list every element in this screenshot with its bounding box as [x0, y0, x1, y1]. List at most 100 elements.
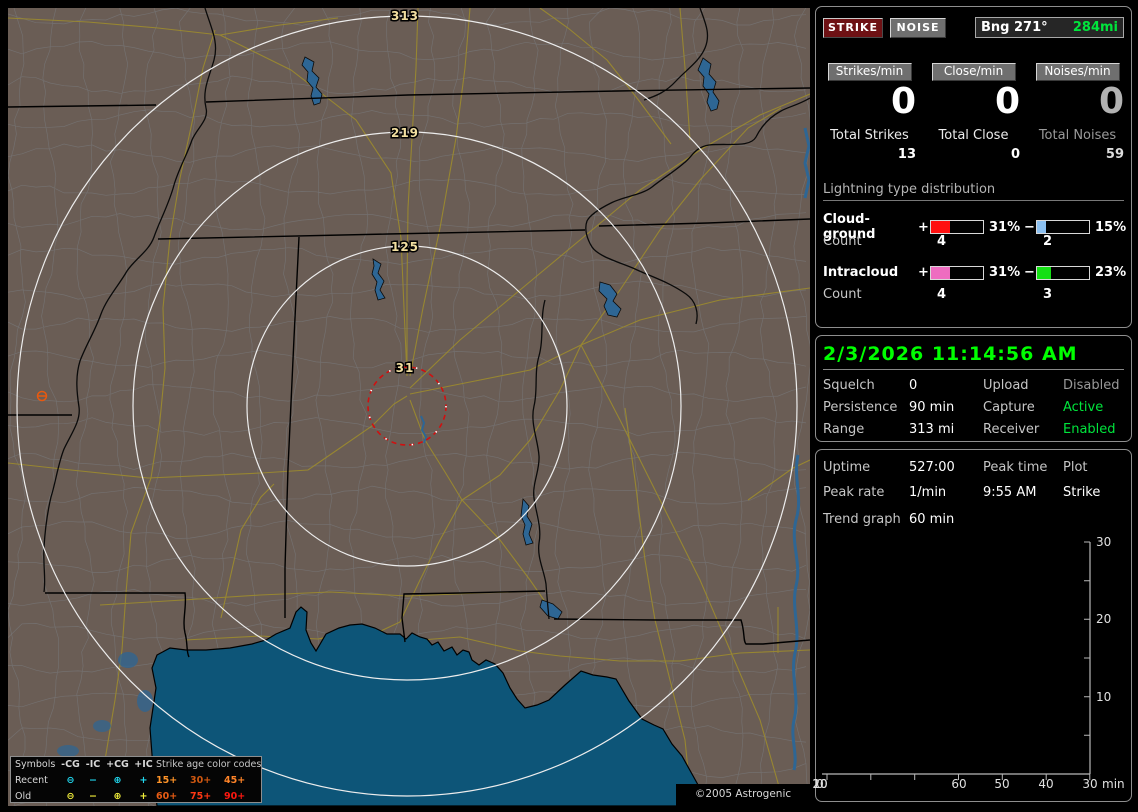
- capture-label: Capture: [983, 400, 1035, 415]
- squelch-label: Squelch: [823, 378, 875, 393]
- strikes-per-min-button[interactable]: Strikes/min: [827, 63, 912, 81]
- bearing-readout: Bng 271° 284mi: [975, 17, 1124, 38]
- persistence-value: 90 min: [909, 400, 955, 415]
- strikes-per-min-column: Strikes/min 0 Total Strikes 13: [823, 63, 916, 162]
- capture-status: Active: [1063, 400, 1104, 415]
- total-close-label: Total Close: [938, 128, 1009, 143]
- status-column: STRIKE NOISE Bng 271° 284mi Strikes/min …: [812, 6, 1132, 802]
- nexstorm-app: 313 219 125 31 Symbols -CG -IC +CG +IC S…: [0, 0, 1138, 812]
- ring-label-125: 125: [391, 240, 419, 254]
- trend-graph-label: Trend graph: [823, 512, 901, 527]
- pos-ic-old-icon: +: [139, 791, 148, 802]
- minus-sign: −: [1024, 219, 1035, 235]
- trend-graph-header: Trend graph 60 min: [816, 500, 1131, 527]
- noises-per-min-column: Noises/min 0 Total Noises 59: [1031, 63, 1124, 162]
- age-code-60: 60+: [156, 791, 178, 802]
- ic-minus-bar: [1036, 265, 1090, 280]
- ic-plus-percent: 31%: [989, 265, 1021, 280]
- squelch-value: 0: [909, 378, 918, 393]
- plus-sign: +: [918, 219, 929, 235]
- legend-recent-row: Recent ⊖ − ⊕ + 15+ 30+ 45+: [11, 773, 261, 789]
- total-strikes-label: Total Strikes: [830, 128, 909, 143]
- uptime-value: 527:00: [909, 460, 955, 475]
- strike-counter-panel: STRIKE NOISE Bng 271° 284mi Strikes/min …: [815, 6, 1132, 328]
- legend-col-neg-cg: -CG: [61, 759, 80, 770]
- age-code-90: 90+: [224, 791, 246, 802]
- range-label: Range: [823, 422, 865, 437]
- intracloud-label: Intracloud: [823, 265, 899, 280]
- total-noises-value: 59: [1105, 147, 1124, 162]
- ic-minus-count: 3: [1043, 287, 1053, 302]
- total-strikes-value: 13: [897, 147, 916, 162]
- legend-col-pos-cg: +CG: [106, 759, 129, 770]
- ring-label-31: 31: [396, 361, 415, 375]
- close-per-min-value: 0: [994, 81, 1020, 122]
- cg-plus-count: 4: [937, 234, 947, 249]
- legend-recent-label: Recent: [15, 775, 48, 786]
- x-tick-0: 0: [816, 777, 824, 791]
- map-canvas: 313 219 125 31: [8, 8, 810, 806]
- peak-time-value: 9:55 AM: [983, 485, 1037, 500]
- legend-col-neg-ic: -IC: [85, 759, 101, 770]
- y-tick-30: 30: [1096, 535, 1112, 549]
- cg-minus-bar: [1036, 220, 1090, 234]
- lightning-type-distribution: Lightning type distribution Cloud-ground…: [816, 182, 1131, 302]
- count-label: Count: [823, 287, 862, 302]
- cloud-ground-count-row: Count 4 2: [823, 234, 1124, 249]
- trend-graph-plot: 30 20 10 60 50 40 30 20 10 0 min: [812, 534, 1132, 802]
- trend-graph-axes: [822, 541, 1091, 780]
- x-tick-30: 30: [1082, 777, 1098, 791]
- age-code-75: 75+: [190, 791, 212, 802]
- bearing-value: Bng 271°: [981, 20, 1048, 35]
- y-tick-20: 20: [1096, 612, 1112, 626]
- strike-mode-button[interactable]: STRIKE: [823, 17, 883, 38]
- range-value: 313 mi: [909, 422, 955, 437]
- receiver-status: Enabled: [1063, 422, 1116, 437]
- trend-panel: Uptime 527:00 Peak time Plot Peak rate 1…: [812, 449, 1132, 802]
- total-noises-label: Total Noises: [1038, 128, 1117, 143]
- bearing-distance: 284mi: [1072, 20, 1118, 35]
- ring-label-313: 313: [391, 9, 419, 23]
- neg-cg-old-icon: ⊖: [66, 791, 75, 802]
- persistence-label: Persistence: [823, 400, 898, 415]
- upload-status: Disabled: [1063, 378, 1120, 393]
- intracloud-count-row: Count 4 3: [823, 287, 1124, 302]
- legend-age-title: Strike age color codes: [156, 759, 262, 770]
- date-time-display: 2/3/2026 11:14:56 AM: [823, 343, 1124, 370]
- lightning-map[interactable]: 313 219 125 31 Symbols -CG -IC +CG +IC S…: [8, 8, 810, 806]
- noise-mode-button[interactable]: NOISE: [890, 17, 946, 38]
- age-code-15: 15+: [156, 775, 178, 786]
- trend-window-value: 60 min: [909, 512, 955, 527]
- mode-button-row: STRIKE NOISE Bng 271° 284mi: [816, 7, 1131, 38]
- peak-time-label: Peak time: [983, 460, 1048, 475]
- pos-cg-old-icon: ⊕: [113, 791, 122, 802]
- x-tick-60: 60: [951, 777, 967, 791]
- plot-mode-value: Strike: [1063, 485, 1101, 500]
- y-tick-10: 10: [1096, 690, 1112, 704]
- peak-rate-value: 1/min: [909, 485, 947, 500]
- pos-ic-recent-icon: +: [139, 775, 148, 786]
- age-code-30: 30+: [190, 775, 212, 786]
- system-settings-panel: 2/3/2026 11:14:56 AM Squelch 0 Upload Di…: [815, 335, 1132, 442]
- ic-plus-bar: [930, 265, 984, 280]
- plus-sign: +: [918, 265, 929, 280]
- legend-old-label: Old: [15, 791, 32, 802]
- cloud-ground-row: Cloud-ground + 31% − 15%: [823, 212, 1126, 242]
- legend-col-pos-ic: +IC: [134, 759, 153, 770]
- x-tick-50: 50: [994, 777, 1010, 791]
- distribution-title: Lightning type distribution: [823, 182, 1124, 201]
- cg-plus-percent: 31%: [989, 219, 1021, 235]
- legend-header-row: Symbols -CG -IC +CG +IC Strike age color…: [11, 757, 261, 773]
- legend-old-row: Old ⊖ − ⊕ + 60+ 75+ 90+: [11, 789, 261, 805]
- age-code-45: 45+: [224, 775, 246, 786]
- stats-grid: Uptime 527:00 Peak time Plot Peak rate 1…: [816, 450, 1131, 500]
- noises-per-min-button[interactable]: Noises/min: [1035, 63, 1120, 81]
- total-close-value: 0: [1010, 147, 1020, 162]
- peak-rate-label: Peak rate: [823, 485, 885, 500]
- strikes-per-min-value: 0: [890, 81, 916, 122]
- close-per-min-column: Close/min 0 Total Close 0: [927, 63, 1020, 162]
- x-axis-unit: min: [1102, 777, 1125, 791]
- close-per-min-button[interactable]: Close/min: [931, 63, 1016, 81]
- uptime-label: Uptime: [823, 460, 871, 475]
- pos-cg-recent-icon: ⊕: [113, 775, 122, 786]
